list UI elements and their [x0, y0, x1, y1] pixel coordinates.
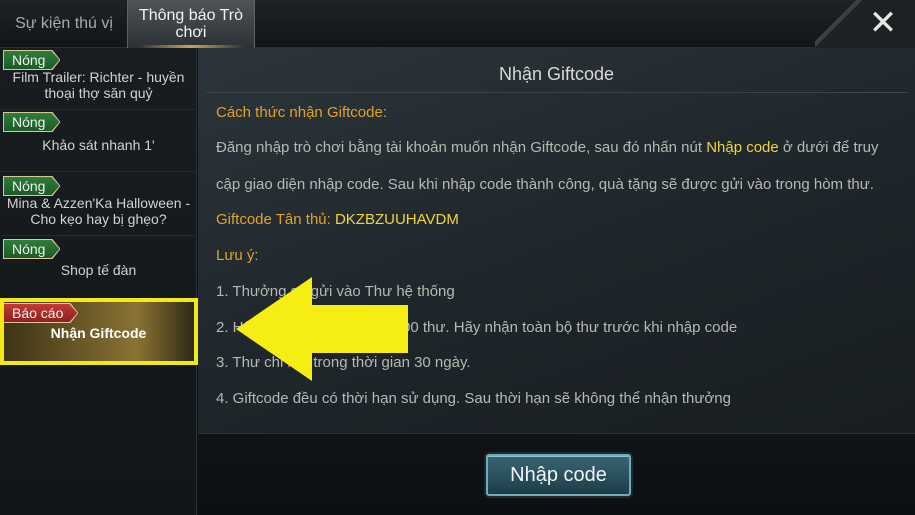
hot-badge-frame: Nóng [3, 50, 60, 70]
sidebar-item-giftcode[interactable]: Báo cáo Nhận Giftcode [0, 301, 197, 365]
hot-badge-frame: Nóng [3, 239, 60, 259]
hot-badge: Nóng [4, 240, 59, 258]
tab-fun-events[interactable]: Sự kiện thú vị [0, 0, 128, 48]
note-heading: Lưu ý: [216, 247, 259, 264]
giftcode-value[interactable]: DKZBZUUHAVDM [335, 211, 459, 228]
bottom-action-bar: Nhập code [198, 433, 915, 515]
tab-game-notices[interactable]: Thông báo Trò chơi [127, 0, 255, 48]
sidebar-item-label: Mina & Azzen'Ka Halloween - Cho kẹo hay … [6, 195, 191, 227]
how-heading: Cách thức nhận Giftcode: [216, 104, 387, 121]
hot-badge: Nóng [4, 113, 59, 131]
sidebar-item-survey[interactable]: Nóng Khảo sát nhanh 1' [0, 110, 197, 172]
giftcode-line: Giftcode Tân thủ: DKZBZUUHAVDM [216, 211, 459, 228]
sidebar-item-label: Shop tế đàn [60, 262, 137, 278]
sidebar-item-shop[interactable]: Nóng Shop tế đàn [0, 237, 197, 299]
report-badge: Báo cáo [4, 304, 77, 322]
giftcode-label: Giftcode Tân thủ: [216, 211, 335, 228]
notice-sidebar: Nóng Film Trailer: Richter - huyền thoại… [0, 48, 197, 515]
instruction-text: Đăng nhập trò chơi bằng tài khoản muốn n… [216, 139, 707, 156]
instruction-line-2: cập giao diện nhập code. Sau khi nhập co… [216, 176, 874, 193]
game-notice-window: Sự kiện thú vị Thông báo Trò chơi ✕ Nóng… [0, 0, 915, 515]
close-button[interactable]: ✕ [857, 4, 909, 42]
title-divider [206, 92, 907, 93]
top-tab-bar: Sự kiện thú vị Thông báo Trò chơi ✕ [0, 0, 915, 48]
sidebar-item-label: Nhận Giftcode [50, 325, 147, 341]
sidebar-item-film-trailer[interactable]: Nóng Film Trailer: Richter - huyền thoại… [0, 48, 197, 110]
note-item: 4. Giftcode đều có thời hạn sử dụng. Sau… [216, 390, 731, 407]
report-badge-frame: Báo cáo [3, 303, 78, 323]
sidebar-item-label: Film Trailer: Richter - huyền thoại thợ … [12, 69, 185, 101]
hot-badge: Nóng [4, 51, 59, 69]
hot-badge: Nóng [4, 177, 59, 195]
annotation-arrow-icon [236, 277, 408, 381]
sidebar-item-halloween[interactable]: Nóng Mina & Azzen'Ka Halloween - Cho kẹo… [0, 174, 197, 236]
close-icon: ✕ [868, 4, 898, 42]
instruction-line-1: Đăng nhập trò chơi bằng tài khoản muốn n… [216, 139, 879, 156]
enter-code-button[interactable]: Nhập code [486, 454, 631, 496]
page-title: Nhận Giftcode [498, 64, 615, 84]
hot-badge-frame: Nóng [3, 112, 60, 132]
instruction-text: ở dưới để truy [778, 139, 879, 156]
enter-code-highlight: Nhập code [706, 139, 779, 156]
sidebar-item-label: Khảo sát nhanh 1' [42, 137, 155, 153]
hot-badge-frame: Nóng [3, 176, 60, 196]
